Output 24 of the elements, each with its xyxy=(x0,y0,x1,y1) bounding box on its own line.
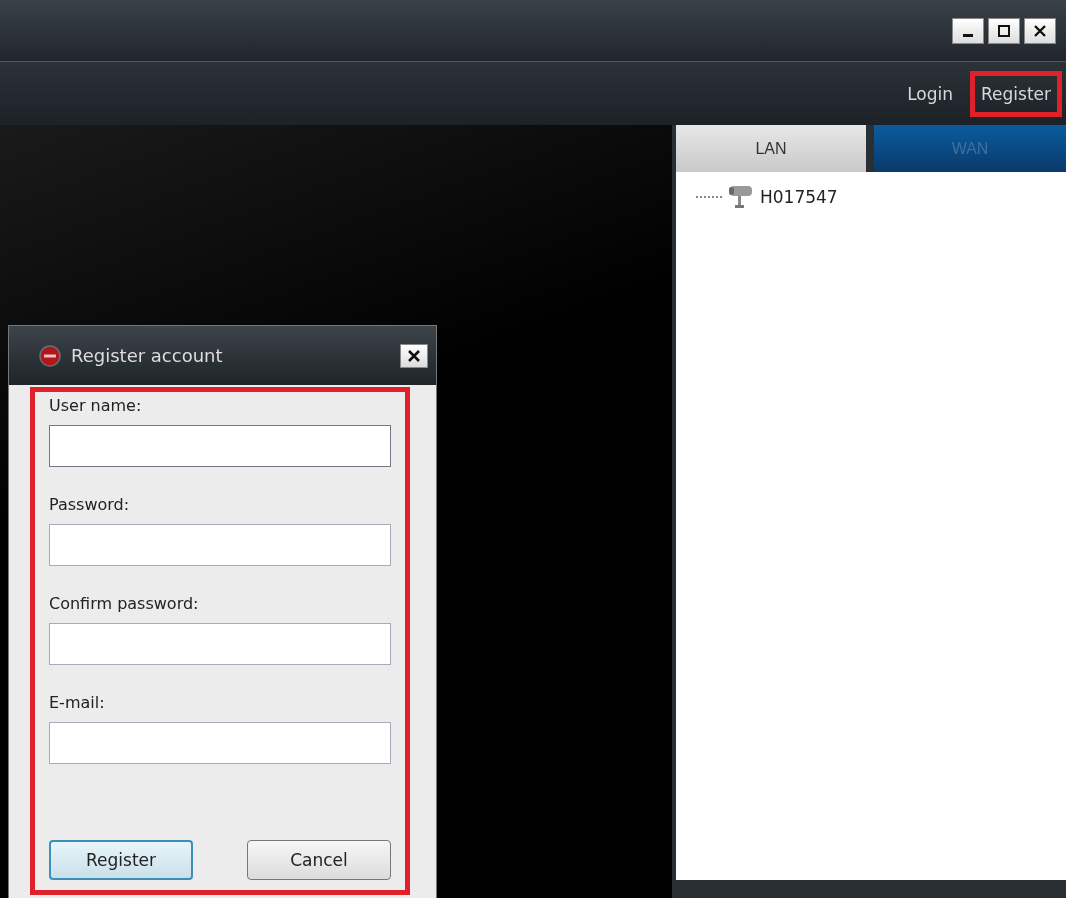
tab[interactable]: LAN xyxy=(676,125,866,172)
cancel-button[interactable]: Cancel xyxy=(247,840,391,880)
register-button[interactable]: Register xyxy=(49,840,193,880)
maximize-button[interactable] xyxy=(988,17,1020,44)
close-icon xyxy=(407,348,421,363)
app-icon xyxy=(39,344,61,367)
minimize-icon xyxy=(963,34,973,37)
field-label: User name: xyxy=(49,396,143,415)
input-field[interactable] xyxy=(49,623,391,665)
field-label: Confirm password: xyxy=(49,594,200,613)
input-field[interactable] xyxy=(49,425,391,467)
account-link[interactable]: Login xyxy=(896,70,964,117)
maximize-icon xyxy=(997,23,1011,38)
device-name[interactable]: H017547 xyxy=(760,187,838,207)
field-label: Password: xyxy=(49,495,131,514)
minimize-button[interactable] xyxy=(952,17,984,44)
field-label: E-mail: xyxy=(49,693,106,712)
close-button[interactable] xyxy=(400,343,428,368)
input-field[interactable] xyxy=(49,722,391,764)
input-field[interactable] xyxy=(49,524,391,566)
account-link[interactable]: Register xyxy=(970,70,1062,117)
dialog-title: Register account xyxy=(71,345,224,366)
close-button[interactable] xyxy=(1024,17,1056,44)
close-icon xyxy=(1033,23,1047,38)
